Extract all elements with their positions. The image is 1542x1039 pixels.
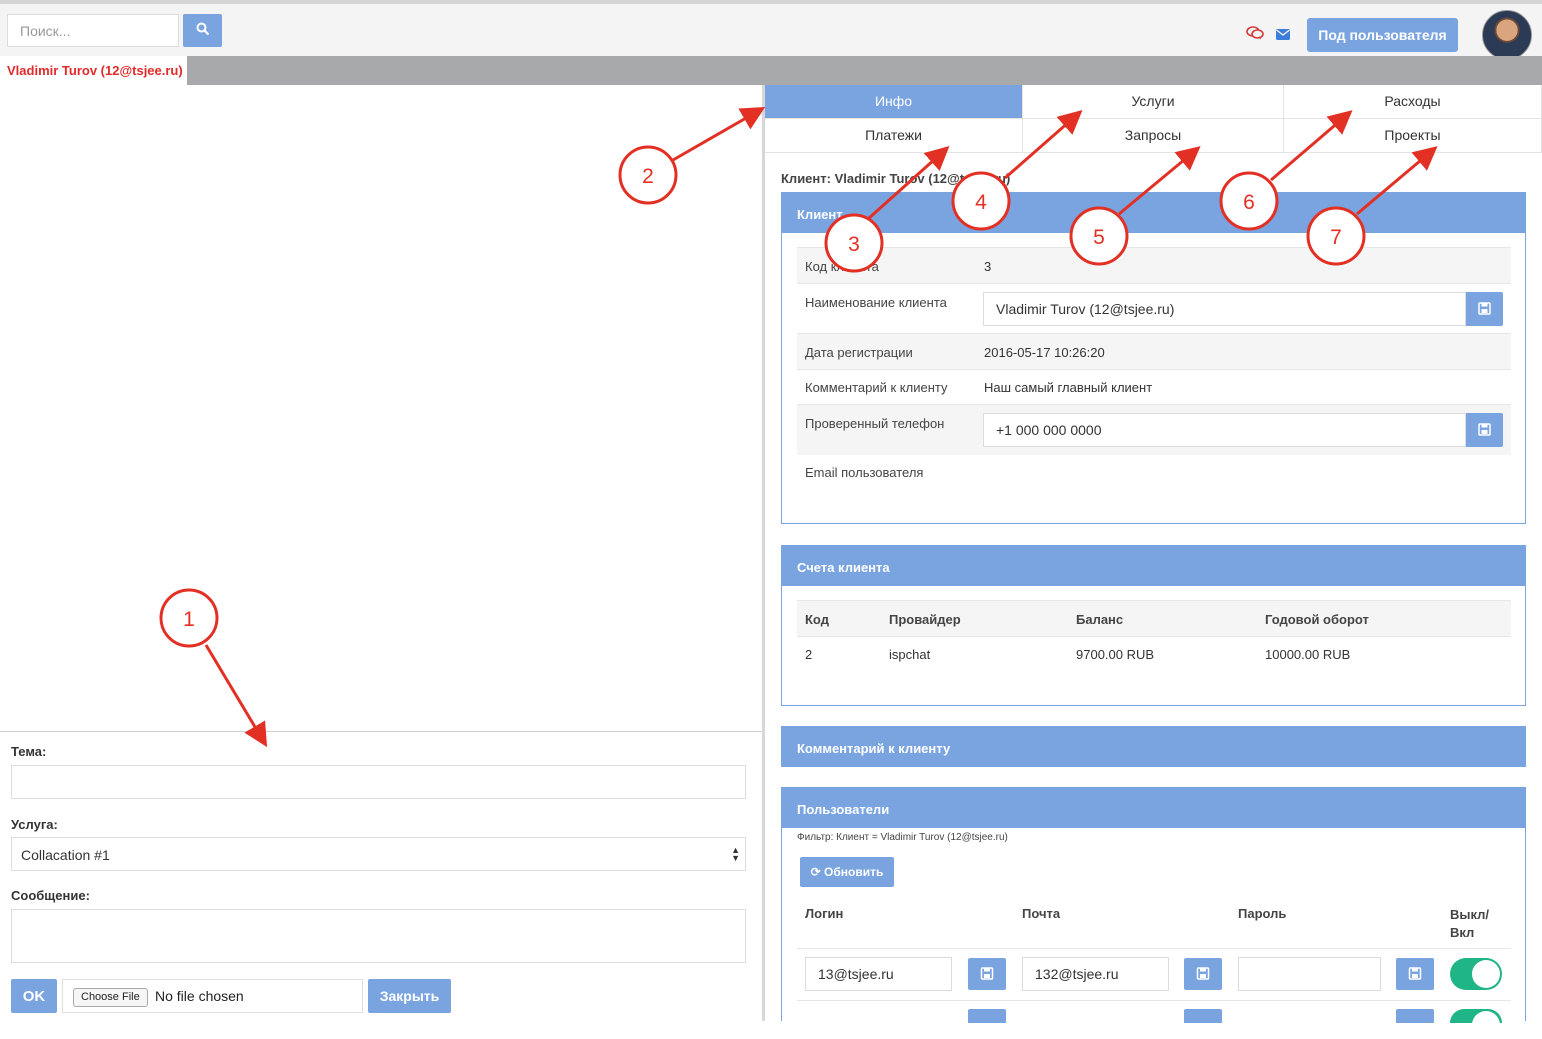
save-client-name-button[interactable] — [1466, 292, 1503, 326]
email-input[interactable]: 132@tsjee.ru — [1022, 957, 1169, 991]
comment-value: Наш самый главный клиент — [984, 380, 1153, 395]
enabled-toggle[interactable] — [1450, 958, 1502, 990]
phone-input[interactable]: +1 000 000 0000 — [983, 413, 1466, 447]
password-input[interactable] — [1238, 957, 1381, 991]
tab-requests[interactable]: Запросы — [1023, 119, 1284, 153]
registered-value: 2016-05-17 10:26:20 — [984, 345, 1105, 360]
search-input[interactable] — [7, 14, 179, 47]
col-turnover: Годовой оборот — [1265, 612, 1369, 627]
user-email-label: Email пользователя — [805, 465, 924, 480]
save-password-button[interactable] — [1396, 958, 1434, 990]
tab-payments[interactable]: Платежи — [765, 119, 1023, 153]
save-icon — [980, 967, 994, 980]
message-label: Сообщение: — [11, 888, 90, 903]
subject-label: Тема: — [11, 744, 47, 759]
account-balance: 9700.00 RUB — [1076, 647, 1155, 662]
save-email-button[interactable] — [1184, 958, 1222, 990]
tab-services[interactable]: Услуги — [1023, 85, 1284, 119]
select-arrows-icon: ▲ ▼ — [731, 845, 740, 863]
account-turnover: 10000.00 RUB — [1265, 647, 1351, 662]
file-input[interactable]: Choose File No file chosen — [62, 979, 363, 1013]
client-row-name: Наименование клиента Vladimir Turov (12@… — [797, 283, 1511, 333]
client-row-code: Код клиента 3 — [797, 247, 1511, 283]
search-button[interactable] — [183, 14, 222, 47]
client-row-comment: Комментарий к клиенту Наш самый главный … — [797, 369, 1511, 404]
users-panel: Пользователи Фильтр: Клиент = Vladimir T… — [781, 787, 1526, 1039]
service-label: Услуга: — [11, 817, 58, 832]
client-row-email: Email пользователя — [797, 455, 1511, 495]
right-pane: Инфо Услуги Расходы Платежи Запросы Прое… — [765, 85, 1542, 1039]
users-filter: Фильтр: Клиент = Vladimir Turov (12@tsje… — [797, 832, 1008, 843]
ok-button[interactable]: OK — [11, 979, 57, 1013]
accounts-header-row: Код Провайдер Баланс Годовой оборот — [797, 600, 1511, 636]
service-select[interactable]: Collacation #1 ▲ ▼ — [11, 837, 746, 871]
table-row — [797, 1000, 1511, 1039]
col-balance: Баланс — [1076, 612, 1124, 627]
service-select-value: Collacation #1 — [21, 847, 110, 863]
comment-label: Комментарий к клиенту — [805, 380, 948, 395]
tab-expenses[interactable]: Расходы — [1284, 85, 1542, 119]
tab-info[interactable]: Инфо — [765, 85, 1023, 119]
save-icon — [1196, 967, 1210, 980]
close-button[interactable]: Закрыть — [368, 979, 451, 1013]
client-heading: Клиент: Vladimir Turov (12@tsjee.ru) — [781, 171, 1011, 186]
mail-icon[interactable] — [1276, 27, 1290, 45]
client-panel: Клиент Код клиента 3 Наименование клиент… — [781, 192, 1526, 524]
client-row-registered: Дата регистрации 2016-05-17 10:26:20 — [797, 333, 1511, 369]
accounts-panel: Счета клиента Код Провайдер Баланс Годов… — [781, 545, 1526, 706]
tab-projects[interactable]: Проекты — [1284, 119, 1542, 153]
client-panel-title: Клиент — [782, 193, 1525, 233]
save-icon — [1478, 302, 1491, 315]
accounts-panel-title: Счета клиента — [782, 546, 1525, 586]
users-panel-title: Пользователи — [782, 788, 1525, 828]
document-tab[interactable]: Vladimir Turov (12@tsjee.ru) — [0, 56, 187, 85]
client-code-value: 3 — [984, 259, 992, 274]
table-row: 2 ispchat 9700.00 RUB 10000.00 RUB — [797, 636, 1511, 671]
client-code-label: Код клиента — [805, 259, 879, 274]
avatar[interactable] — [1482, 10, 1532, 60]
subject-field[interactable] — [11, 765, 746, 799]
save-login-button[interactable] — [968, 958, 1006, 990]
col-provider: Провайдер — [889, 612, 961, 627]
refresh-button[interactable]: ⟳ Обновить — [800, 857, 894, 887]
search-icon — [196, 22, 209, 36]
client-row-phone: Проверенный телефон +1 000 000 0000 — [797, 404, 1511, 455]
message-field[interactable] — [11, 909, 746, 963]
refresh-label: Обновить — [824, 865, 884, 879]
col-enabled: Выкл/ Вкл — [1450, 907, 1490, 940]
phone-label: Проверенный телефон — [805, 416, 945, 431]
col-email: Почта — [1022, 906, 1061, 921]
impersonate-button[interactable]: Под пользователя — [1307, 18, 1458, 52]
chat-icon[interactable] — [1246, 26, 1264, 45]
comment-panel: Комментарий к клиенту — [781, 726, 1526, 767]
client-name-label: Наименование клиента — [805, 295, 947, 310]
refresh-icon: ⟳ — [810, 865, 821, 879]
document-tab-strip: Vladimir Turov (12@tsjee.ru) — [0, 56, 1542, 85]
table-row: 13@tsjee.ru 132@tsjee.ru — [797, 948, 1511, 1000]
comment-panel-title[interactable]: Комментарий к клиенту — [782, 727, 1525, 767]
account-code: 2 — [805, 647, 813, 662]
save-phone-button[interactable] — [1466, 413, 1503, 447]
save-icon — [1408, 967, 1422, 980]
col-password: Пароль — [1238, 906, 1287, 921]
left-pane: Тема: Услуга: Collacation #1 ▲ ▼ Сообщени… — [0, 85, 762, 1021]
choose-file-button[interactable]: Choose File — [73, 988, 148, 1007]
top-bar: Под пользователя — [0, 0, 1542, 60]
account-provider: ispchat — [889, 647, 931, 662]
col-login: Логин — [805, 906, 844, 921]
registered-label: Дата регистрации — [805, 345, 913, 360]
no-file-label: No file chosen — [155, 988, 244, 1004]
client-name-input[interactable]: Vladimir Turov (12@tsjee.ru) — [983, 292, 1466, 326]
compose-form: Тема: Услуга: Collacation #1 ▲ ▼ Сообщени… — [0, 731, 762, 1021]
login-input[interactable]: 13@tsjee.ru — [805, 957, 952, 991]
col-code: Код — [805, 612, 829, 627]
save-icon — [1478, 423, 1491, 436]
